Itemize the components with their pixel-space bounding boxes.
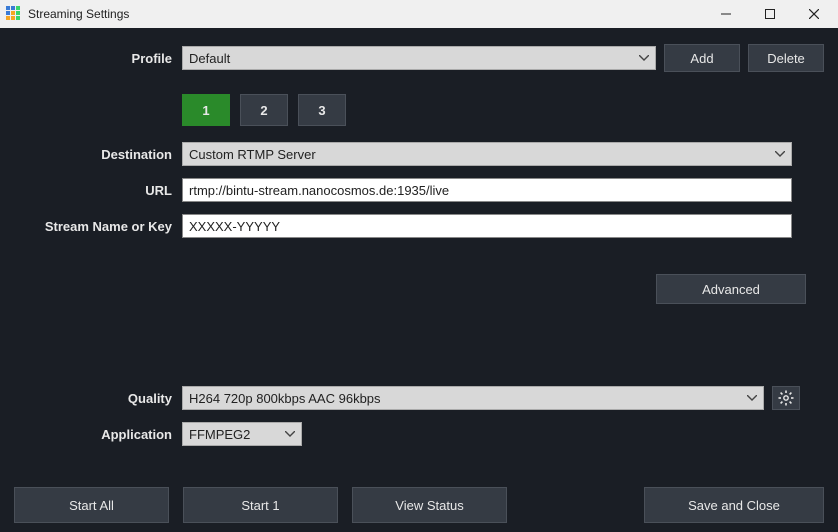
profile-select[interactable]: Default — [182, 46, 656, 70]
start-all-button[interactable]: Start All — [14, 487, 169, 523]
app-icon — [6, 6, 22, 22]
footer: Start All Start 1 View Status Save and C… — [0, 478, 838, 532]
destination-label: Destination — [14, 147, 182, 162]
close-button[interactable] — [792, 0, 836, 28]
delete-profile-button[interactable]: Delete — [748, 44, 824, 72]
stream-key-label: Stream Name or Key — [14, 219, 182, 234]
stream-tabs: 1 2 3 — [182, 94, 838, 126]
tab-2[interactable]: 2 — [240, 94, 288, 126]
tab-1[interactable]: 1 — [182, 94, 230, 126]
destination-select-value: Custom RTMP Server — [189, 147, 316, 162]
add-profile-button[interactable]: Add — [664, 44, 740, 72]
application-label: Application — [14, 427, 182, 442]
stream-key-input[interactable] — [182, 214, 792, 238]
gear-icon — [778, 390, 794, 406]
quality-select-value: H264 720p 800kbps AAC 96kbps — [189, 391, 381, 406]
chevron-down-icon — [775, 151, 785, 157]
tab-3[interactable]: 3 — [298, 94, 346, 126]
application-select[interactable]: FFMPEG2 — [182, 422, 302, 446]
profile-label: Profile — [14, 51, 182, 66]
minimize-button[interactable] — [704, 0, 748, 28]
quality-settings-button[interactable] — [772, 386, 800, 410]
view-status-button[interactable]: View Status — [352, 487, 507, 523]
titlebar: Streaming Settings — [0, 0, 838, 28]
window-title: Streaming Settings — [28, 7, 129, 21]
save-and-close-button[interactable]: Save and Close — [644, 487, 824, 523]
quality-label: Quality — [14, 391, 182, 406]
chevron-down-icon — [747, 395, 757, 401]
url-label: URL — [14, 183, 182, 198]
application-select-value: FFMPEG2 — [189, 427, 250, 442]
destination-select[interactable]: Custom RTMP Server — [182, 142, 792, 166]
start-1-button[interactable]: Start 1 — [183, 487, 338, 523]
chevron-down-icon — [285, 431, 295, 437]
chevron-down-icon — [639, 55, 649, 61]
advanced-button[interactable]: Advanced — [656, 274, 806, 304]
profile-select-value: Default — [189, 51, 230, 66]
quality-select[interactable]: H264 720p 800kbps AAC 96kbps — [182, 386, 764, 410]
maximize-button[interactable] — [748, 0, 792, 28]
url-input[interactable] — [182, 178, 792, 202]
